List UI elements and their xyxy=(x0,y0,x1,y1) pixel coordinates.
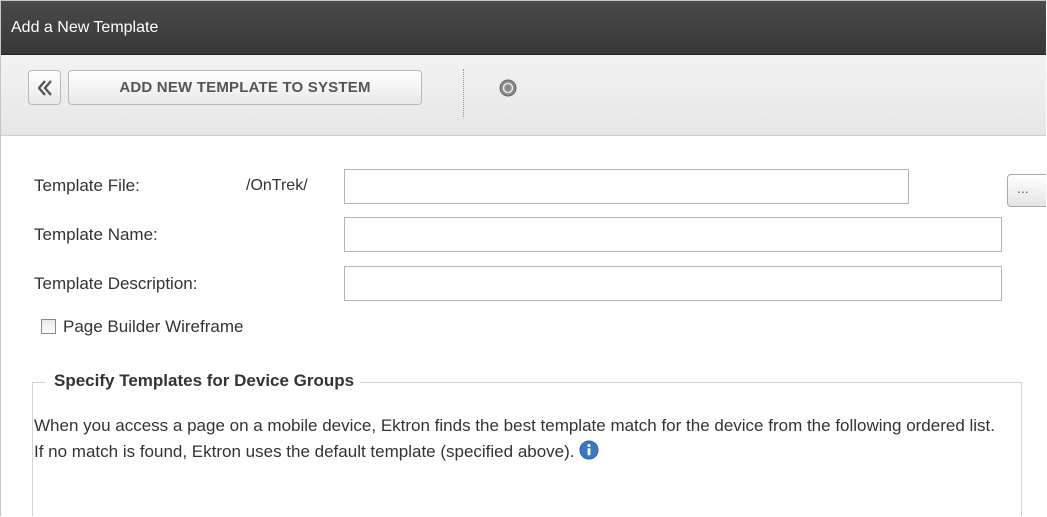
page-builder-checkbox[interactable] xyxy=(41,319,56,334)
template-dialog: Add a New Template ADD NEW TEMPLATE TO S… xyxy=(0,0,1046,516)
template-description-input[interactable] xyxy=(344,266,1002,301)
template-description-label: Template Description: xyxy=(34,274,198,293)
add-template-button[interactable]: ADD NEW TEMPLATE TO SYSTEM xyxy=(68,70,422,105)
toolbar-separator xyxy=(463,69,464,117)
template-file-label: Template File: xyxy=(34,176,140,195)
page-builder-label[interactable]: Page Builder Wireframe xyxy=(63,317,243,337)
info-icon[interactable] xyxy=(579,440,599,460)
device-groups-description: When you access a page on a mobile devic… xyxy=(34,413,1009,465)
help-icon[interactable] xyxy=(499,79,517,97)
chevron-left-icon xyxy=(38,80,52,96)
toolbar: ADD NEW TEMPLATE TO SYSTEM xyxy=(1,55,1046,136)
back-button[interactable] xyxy=(28,70,61,105)
template-file-prefix: /OnTrek/ xyxy=(246,177,308,194)
browse-button[interactable]: ... xyxy=(1007,174,1046,207)
device-groups-description-text: When you access a page on a mobile devic… xyxy=(34,416,996,461)
window-title: Add a New Template xyxy=(1,1,1046,55)
template-file-input[interactable] xyxy=(344,169,909,204)
template-name-input[interactable] xyxy=(344,217,1002,252)
device-groups-legend: Specify Templates for Device Groups xyxy=(46,371,361,391)
template-name-label: Template Name: xyxy=(34,225,158,244)
